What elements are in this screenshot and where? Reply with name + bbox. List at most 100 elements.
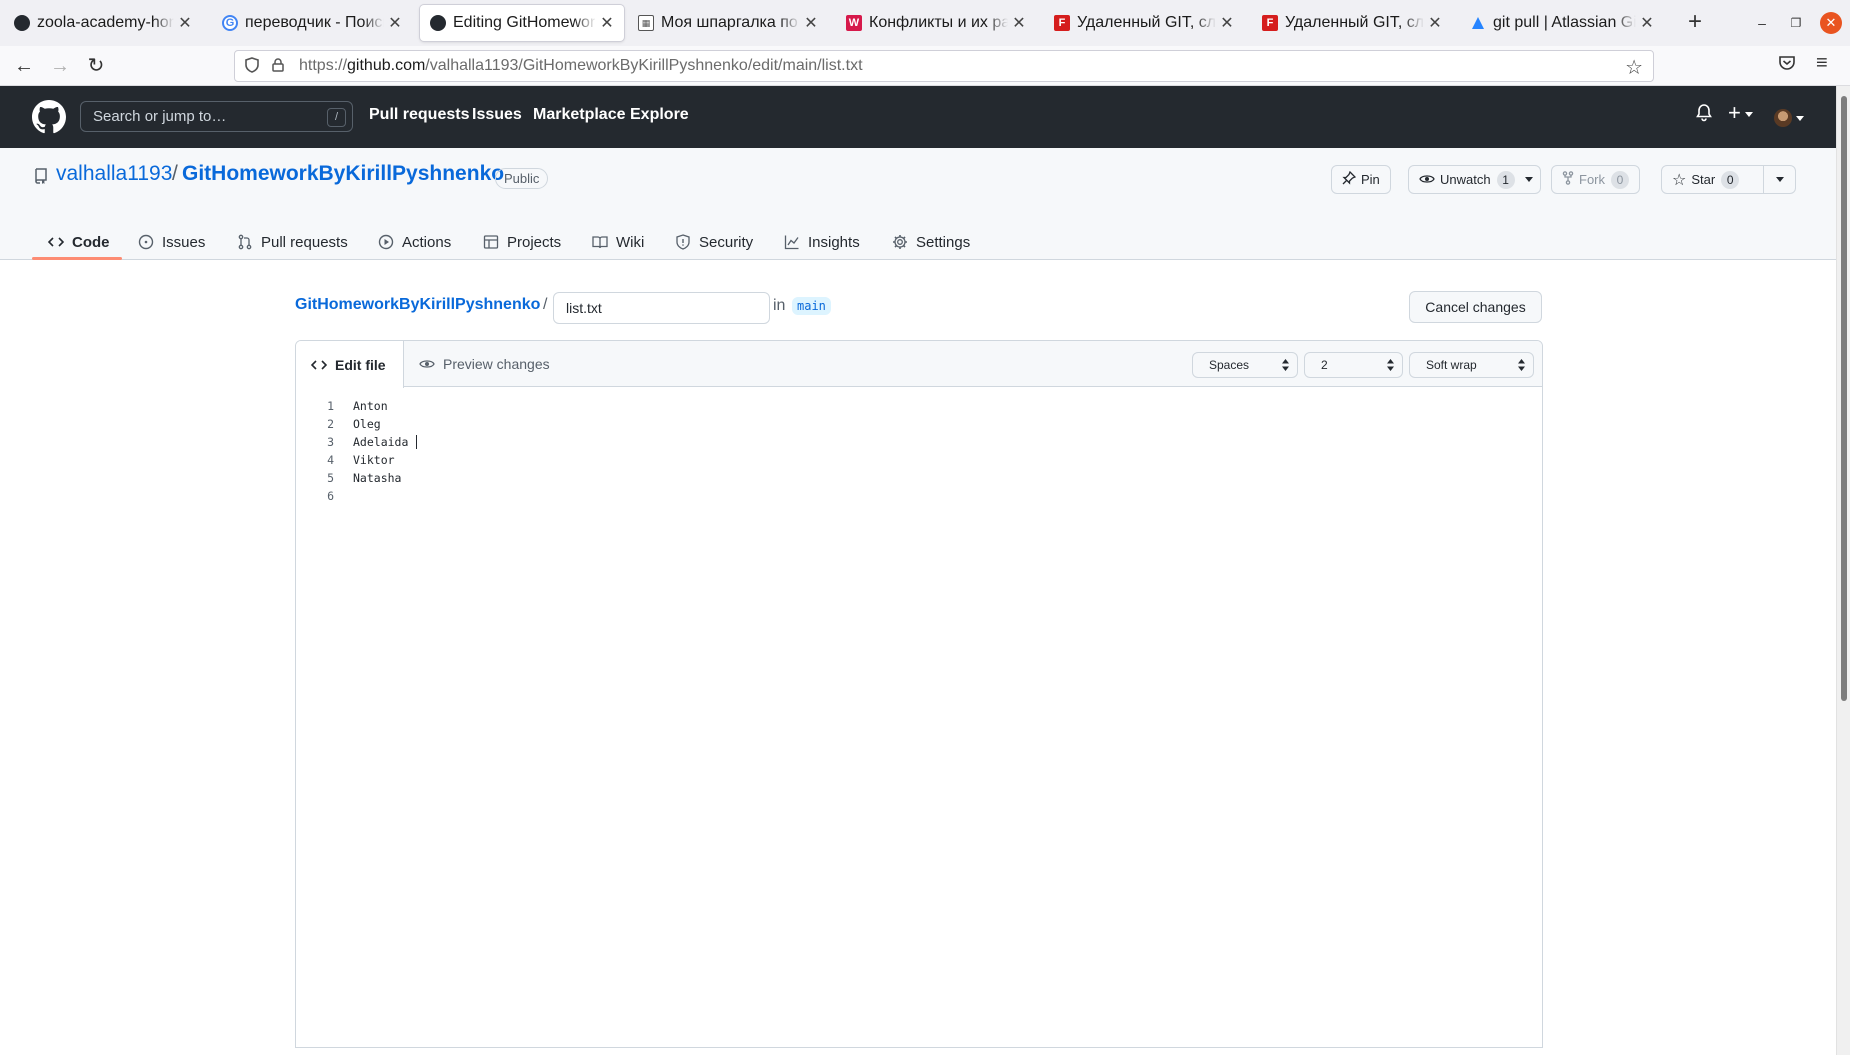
new-tab-button[interactable]: + xyxy=(1680,8,1710,38)
browser-tab[interactable]: G переводчик - Поиск в ✕ xyxy=(212,5,412,41)
code-icon xyxy=(311,359,327,370)
star-button[interactable]: ☆ Star 0 xyxy=(1661,165,1764,194)
fork-label: Fork xyxy=(1579,172,1605,187)
f-icon: F xyxy=(1054,15,1070,31)
unwatch-label: Unwatch xyxy=(1440,172,1491,187)
tab-close-icon[interactable]: ✕ xyxy=(1220,13,1234,33)
indent-size-value: 2 xyxy=(1321,358,1328,372)
nav-issues[interactable]: Issues xyxy=(472,106,522,124)
search-shortcut-hint: / xyxy=(327,108,346,127)
tab-wiki[interactable]: Wiki xyxy=(592,224,644,260)
tab-preview-changes[interactable]: Preview changes xyxy=(404,341,550,387)
browser-tab[interactable]: W Конфликты и их разре ✕ xyxy=(836,5,1036,41)
pin-label: Pin xyxy=(1361,172,1380,187)
line-text[interactable]: Adelaida xyxy=(353,433,411,451)
tab-code[interactable]: Code xyxy=(48,224,110,260)
lock-icon[interactable] xyxy=(269,57,287,75)
pin-icon xyxy=(1342,170,1357,188)
reload-icon[interactable]: ↻ xyxy=(82,52,110,80)
browser-tab[interactable]: zoola-academy-homew ✕ xyxy=(4,5,202,41)
window-close-icon[interactable]: ✕ xyxy=(1820,12,1842,34)
menu-icon[interactable]: ≡ xyxy=(1816,52,1828,75)
indent-size-select[interactable]: 2 xyxy=(1304,352,1403,378)
wrap-mode-value: Soft wrap xyxy=(1426,358,1477,372)
code-line: 6 xyxy=(296,487,1542,505)
github-logo-icon[interactable] xyxy=(32,100,66,134)
caret-down-icon xyxy=(1796,115,1804,121)
browser-tab[interactable]: ▦ Моя шпаргалка по ра ✕ xyxy=(628,5,828,41)
caret-down-icon xyxy=(1775,177,1784,183)
tab-insights[interactable]: Insights xyxy=(784,224,860,260)
create-new-menu[interactable]: + xyxy=(1728,100,1753,126)
minimize-icon[interactable]: – xyxy=(1748,10,1776,36)
repo-name-link[interactable]: GitHomeworkByKirillPyshnenko xyxy=(182,162,504,186)
repo-owner-link[interactable]: valhalla1193 xyxy=(56,162,172,186)
issue-icon xyxy=(138,234,154,250)
breadcrumb-repo-link[interactable]: GitHomeworkByKirillPyshnenko xyxy=(295,296,540,314)
code-editor-text-area[interactable]: 1 Anton 2 Oleg 3 Adelaida 4 Viktor 5 Natasha … xyxy=(296,397,1542,505)
star-icon: ☆ xyxy=(1672,171,1687,189)
browser-tab-active[interactable]: Editing GitHomeworkB ✕ xyxy=(420,5,624,41)
tab-close-icon[interactable]: ✕ xyxy=(388,13,402,33)
back-icon[interactable]: ← xyxy=(10,52,38,80)
tab-actions[interactable]: Actions xyxy=(378,224,451,260)
browser-tab[interactable]: git pull | Atlassian Git ✕ xyxy=(1460,5,1664,41)
tab-settings[interactable]: Settings xyxy=(892,224,970,260)
tracking-shield-icon[interactable] xyxy=(243,56,261,76)
star-list-dropdown[interactable] xyxy=(1763,165,1796,194)
tab-close-icon[interactable]: ✕ xyxy=(178,13,192,33)
nav-pull-requests[interactable]: Pull requests xyxy=(369,106,469,124)
nav-marketplace[interactable]: Marketplace xyxy=(533,106,626,124)
address-bar[interactable]: https://github.com/valhalla1193/GitHomew… xyxy=(234,50,1654,82)
tab-label: Settings xyxy=(916,233,971,251)
scrollbar-thumb[interactable] xyxy=(1841,96,1847,701)
line-text[interactable]: Natasha xyxy=(353,469,401,487)
wrap-mode-select[interactable]: Soft wrap xyxy=(1409,352,1534,378)
tab-projects[interactable]: Projects xyxy=(483,224,561,260)
indent-mode-select[interactable]: Spaces xyxy=(1192,352,1298,378)
tab-close-icon[interactable]: ✕ xyxy=(1428,13,1442,33)
search-placeholder: Search or jump to… xyxy=(93,108,227,125)
tab-label: Insights xyxy=(808,233,860,251)
line-number: 6 xyxy=(327,489,334,503)
fork-icon xyxy=(1562,171,1574,188)
notifications-bell-icon[interactable] xyxy=(1696,104,1712,127)
cancel-changes-button[interactable]: Cancel changes xyxy=(1409,291,1542,323)
line-text[interactable]: Anton xyxy=(353,397,388,415)
tab-close-icon[interactable]: ✕ xyxy=(600,13,614,33)
global-search-input[interactable]: Search or jump to… / xyxy=(80,101,353,132)
tab-close-icon[interactable]: ✕ xyxy=(1640,13,1654,33)
tab-label: Actions xyxy=(402,233,452,251)
code-line: 2 Oleg xyxy=(296,415,1542,433)
forward-icon[interactable]: → xyxy=(46,52,74,80)
pin-button[interactable]: Pin xyxy=(1331,165,1391,194)
tab-pull-requests[interactable]: Pull requests xyxy=(237,224,348,260)
browser-tab[interactable]: F Удаленный GIT, слиян ✕ xyxy=(1044,5,1244,41)
unwatch-button[interactable]: Unwatch 1 xyxy=(1408,165,1541,194)
tab-issues[interactable]: Issues xyxy=(138,224,205,260)
page-scrollbar[interactable] xyxy=(1836,86,1850,1055)
line-text[interactable]: Viktor xyxy=(353,451,395,469)
fork-button[interactable]: Fork 0 xyxy=(1551,165,1640,194)
tab-label: Wiki xyxy=(616,233,645,251)
table-icon xyxy=(483,235,499,249)
restore-icon[interactable]: ❐ xyxy=(1782,10,1810,36)
tab-edit-file[interactable]: Edit file xyxy=(296,341,404,388)
breadcrumb-separator: / xyxy=(543,296,548,313)
branch-name-badge: main xyxy=(792,297,831,315)
filename-input[interactable] xyxy=(553,292,770,324)
github-icon xyxy=(430,15,446,31)
tab-security[interactable]: Security xyxy=(675,224,753,260)
tab-close-icon[interactable]: ✕ xyxy=(1012,13,1026,33)
url-text: https://github.com/valhalla1193/GitHomew… xyxy=(299,57,863,74)
tab-close-icon[interactable]: ✕ xyxy=(804,13,818,33)
browser-tab[interactable]: F Удаленный GIT, слиян ✕ xyxy=(1252,5,1452,41)
line-text[interactable]: Oleg xyxy=(353,415,381,433)
line-number: 3 xyxy=(327,435,334,449)
pocket-icon[interactable] xyxy=(1778,54,1796,77)
plus-icon: + xyxy=(1728,100,1741,125)
user-avatar-menu[interactable] xyxy=(1774,107,1804,128)
code-line: 5 Natasha xyxy=(296,469,1542,487)
nav-explore[interactable]: Explore xyxy=(630,106,689,124)
bookmark-star-icon[interactable]: ☆ xyxy=(1625,55,1643,80)
